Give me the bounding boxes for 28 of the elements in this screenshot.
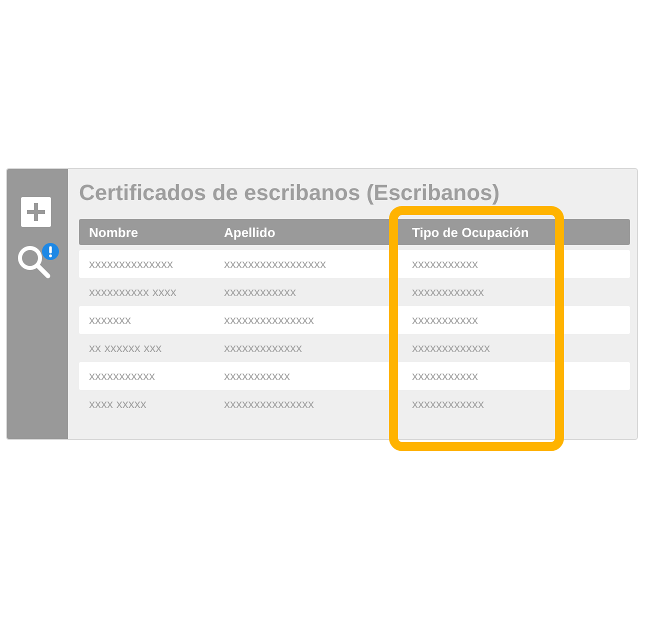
table-cell-text: xxxxxxxxxxxxxxxxx [224,257,327,271]
alert-badge-icon [42,243,58,260]
table-cell: xxxxxxxxxxxxx [412,341,490,355]
table-row[interactable]: xxxxxxx xxxxxxxxxxxxxxx xxxxxxxxxxx [79,306,630,334]
table-cell-text: xxxxxxxxxxx [88,369,156,383]
table-cell-text: xx xxxxxx xxx [88,341,163,355]
column-header: Nombre [88,224,140,240]
table-cell-text: xxxxxxxxxx xxxx [88,285,178,299]
table-cell-text: xxxxxxxxxxxx [224,285,297,299]
table-cell-text: xxxxxxxxxxxxxxx [224,313,315,327]
table-cell: xxxxxxxxxxx [412,257,478,271]
table-row[interactable]: xxxxxxxxxxxxxx xxxxxxxxxxxxxxxxx xxxxxxxxxxx [79,250,630,278]
search-icon[interactable] [16,245,50,279]
table-cell: xxxxxxxxxxx [412,313,478,327]
table-cell: xxxxxxxxxxxx [412,397,484,411]
table-cell-text: xxxxxxxxxxxxxx [88,257,174,271]
table-row[interactable]: xxxxxxxxxxx xxxxxxxxxxx xxxxxxxxxxx [79,362,630,390]
table-cell: xxxxxxxxxxxx [412,285,484,299]
column-header: Apellido [224,224,276,240]
table-cell-text: xxxxxxxxxxxxxxx [224,397,315,411]
table-cell-text: xxxxxxxxxxx [224,369,291,383]
column-header: Tipo de Ocupación [412,224,529,240]
table-cell: xxxxxxxxxxx [412,369,478,383]
table-cell-text: xxxxxxx [88,313,132,327]
panel-title: Certificados de escribanos (Escribanos) [79,179,501,207]
table-cell-text: xxxx xxxxx [88,397,148,411]
add-icon[interactable] [20,197,50,227]
table-cell-text: xxxxxxxxxxxxx [224,341,303,355]
